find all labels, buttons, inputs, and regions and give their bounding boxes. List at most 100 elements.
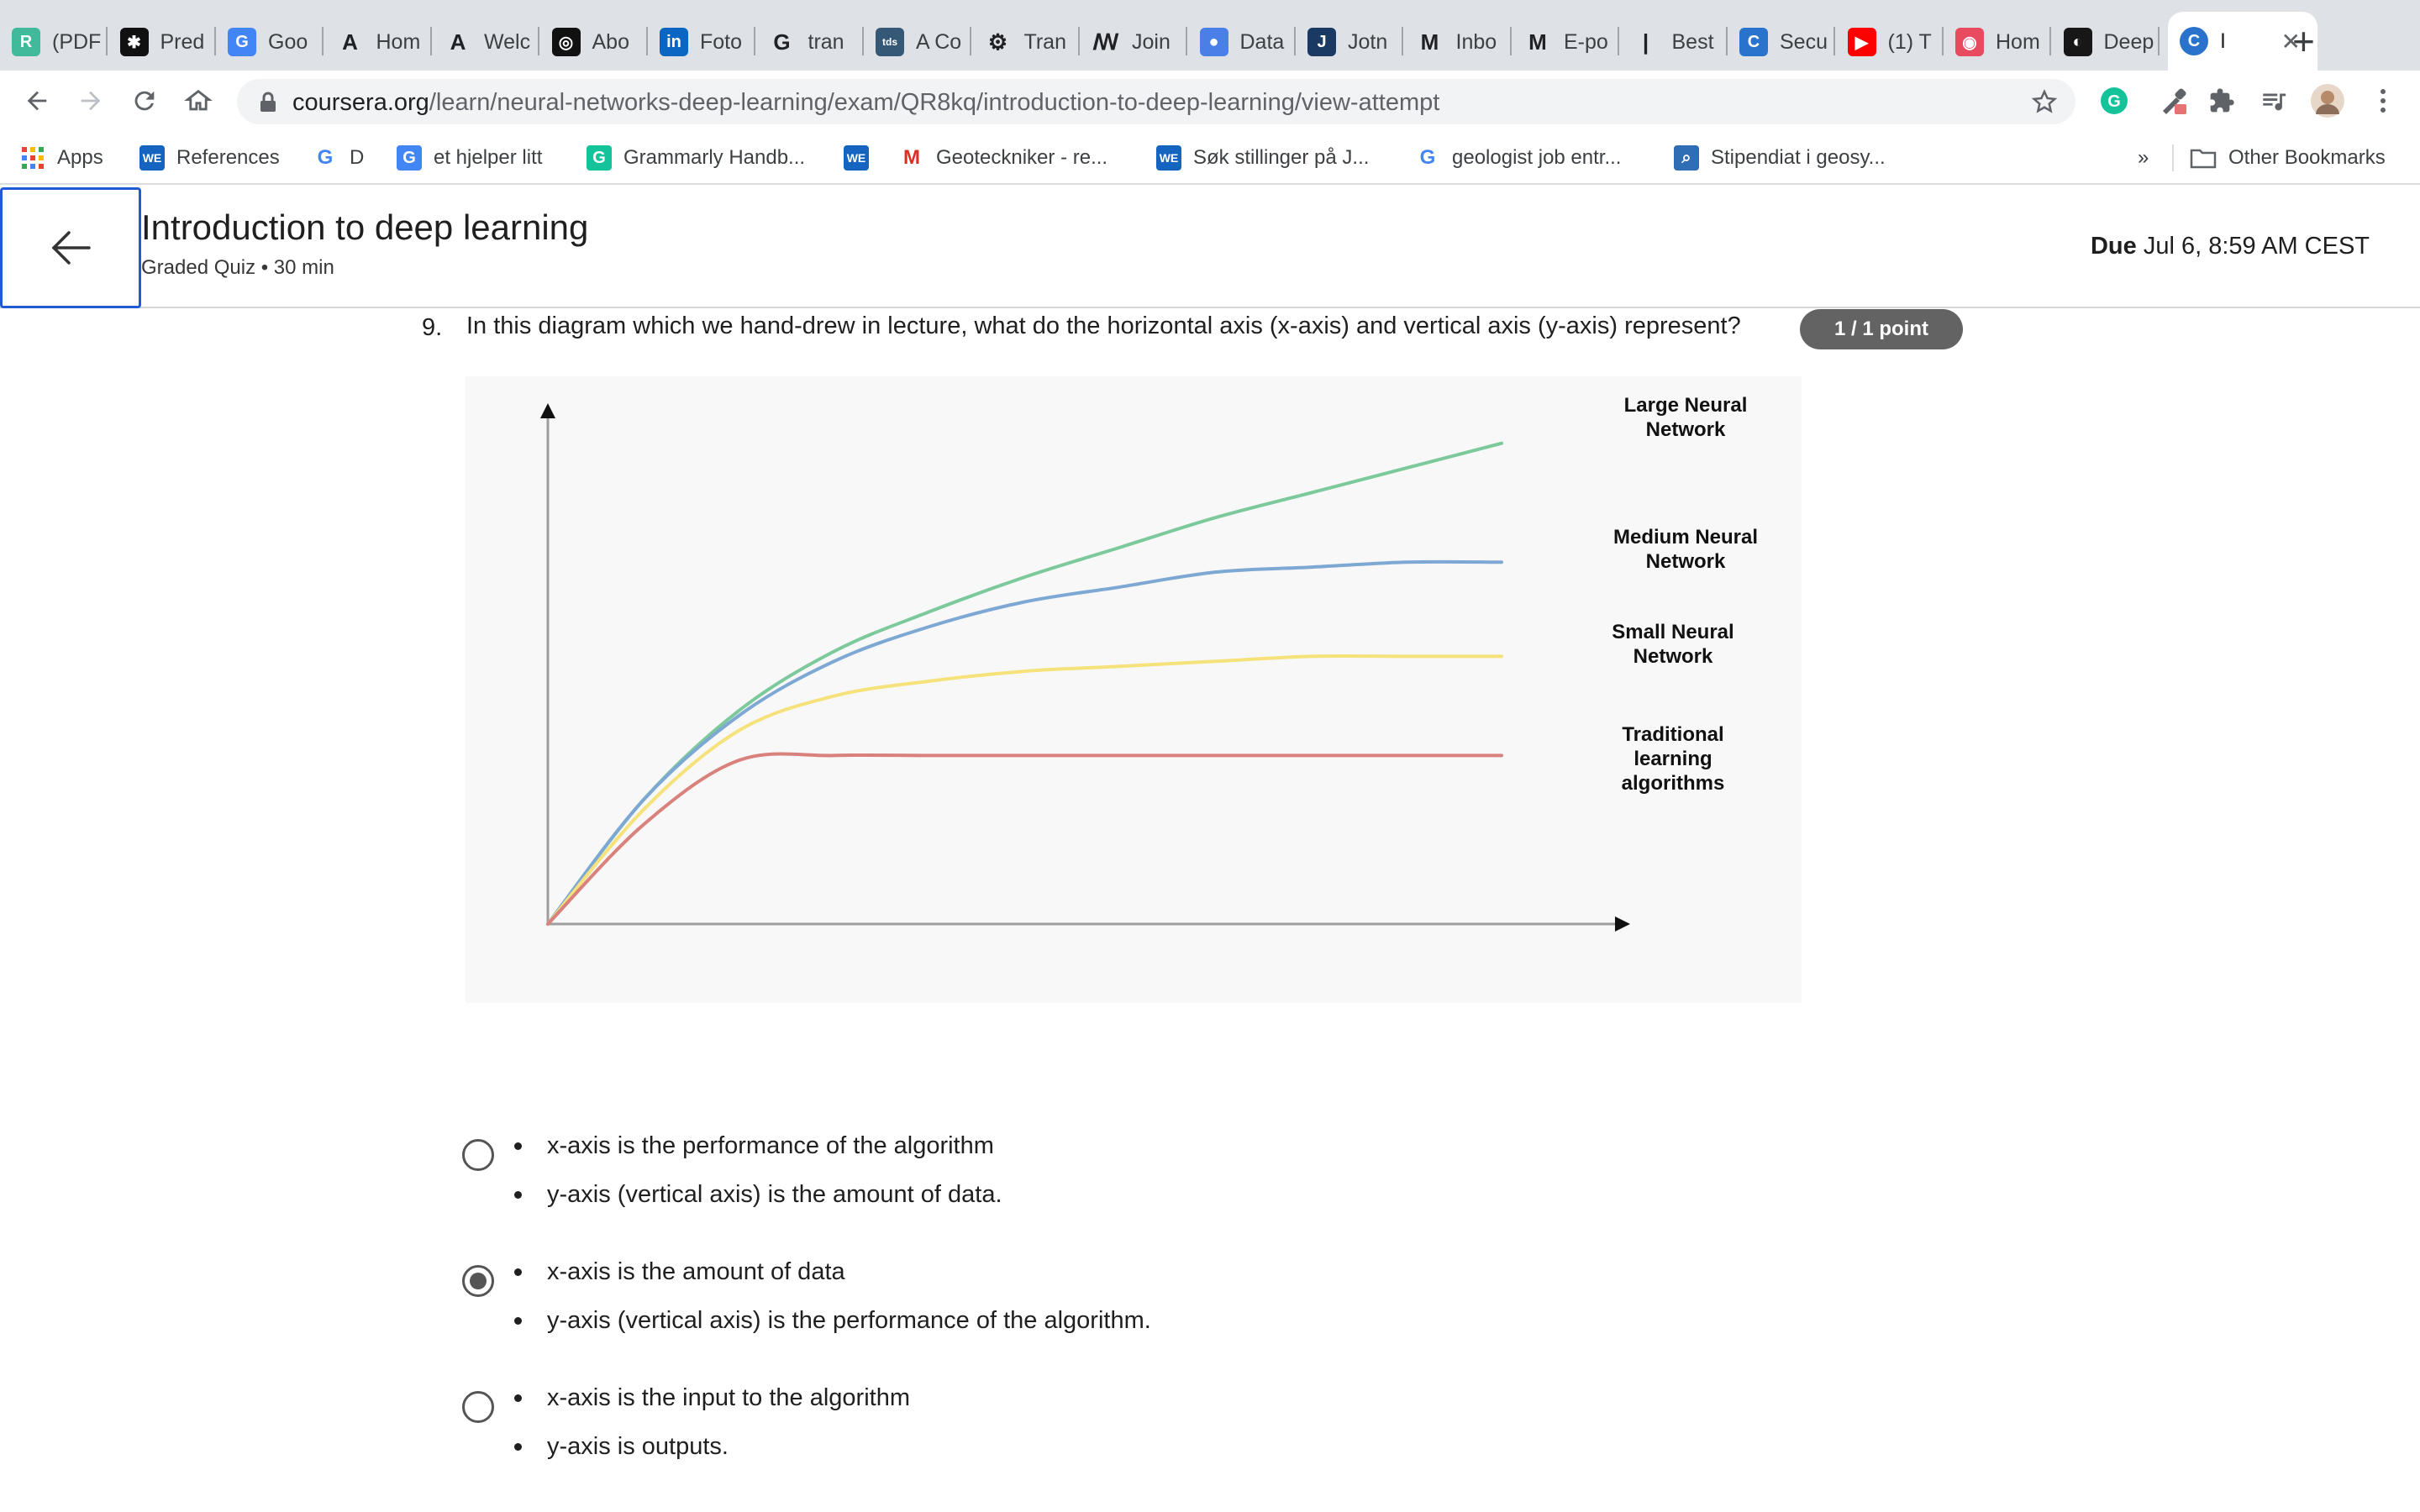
series-label-4: Traditional learning algorithms: [1622, 723, 1725, 795]
tab-label: Join: [1132, 29, 1171, 54]
lock-icon[interactable]: [259, 92, 277, 118]
tab-6[interactable]: ◎ Abo: [540, 17, 648, 67]
tab-17[interactable]: C Secu: [1728, 17, 1835, 67]
tab-label: tran: [808, 29, 844, 54]
series-label-3: Small Neural Network: [1612, 621, 1733, 668]
tab-14[interactable]: M Inbo: [1404, 17, 1512, 67]
tab-2[interactable]: ✱ Pred: [108, 17, 216, 67]
tab-label: A Co: [916, 29, 962, 54]
bookmark-item[interactable]: WE Søk stillinger på J...: [1156, 143, 1369, 173]
option-line: y-axis (vertical axis) is the amount of …: [514, 1181, 1002, 1209]
option-text: y-axis (vertical axis) is the performanc…: [547, 1307, 1151, 1334]
series-label-line: learning: [1634, 748, 1712, 770]
tab-label: E-po: [1564, 29, 1608, 54]
bookmark-item[interactable]: M Geoteckniker - re...: [899, 143, 1107, 173]
linkedin-icon: in: [660, 28, 688, 56]
new-tab-button[interactable]: +: [2292, 20, 2315, 62]
radio-button[interactable]: [462, 1391, 494, 1423]
bookmark-label: Geoteckniker - re...: [936, 146, 1108, 169]
performance-vs-data-chart: Large Neural NetworkMedium Neural Network S…: [540, 394, 1758, 932]
profile-avatar[interactable]: [2311, 84, 2344, 118]
tab-20[interactable]: ◐ Deep: [2052, 17, 2160, 67]
browser-toolbar: coursera.org/learn/neural-networks-deep-…: [0, 71, 2420, 131]
bookmark-star-icon[interactable]: [2031, 89, 2058, 118]
answer-option-1[interactable]: x-axis is the performance of the algorit…: [462, 1132, 1807, 1225]
media-queue-icon[interactable]: [2257, 84, 2291, 118]
tab-5[interactable]: A Welc: [432, 17, 539, 67]
we-icon: WE: [844, 145, 869, 171]
apps-grid-icon: [20, 145, 45, 171]
svg-text:G: G: [2107, 92, 2121, 111]
tab-7[interactable]: in Foto: [648, 17, 755, 67]
other-bookmarks-folder[interactable]: Other Bookmarks: [2190, 143, 2386, 173]
radio-button[interactable]: [462, 1265, 494, 1297]
bookmark-item[interactable]: G Grammarly Handb...: [587, 143, 805, 173]
forward-arrow-icon[interactable]: [72, 82, 109, 119]
bookmark-item[interactable]: Apps: [20, 143, 103, 173]
bookmark-item[interactable]: ⌕ Stipendiat i geosy...: [1674, 143, 1886, 173]
eyedropper-extension-icon[interactable]: [2156, 84, 2190, 118]
extensions-puzzle-icon[interactable]: [2205, 84, 2238, 118]
bookmarks-overflow-button[interactable]: »: [2138, 143, 2149, 173]
bullet-icon: [514, 1268, 522, 1276]
a-icon: A: [342, 29, 358, 55]
y-axis-arrow-icon: [540, 403, 555, 418]
tab-15[interactable]: M E-po: [1512, 17, 1619, 67]
browser-menu-icon[interactable]: [2366, 84, 2400, 118]
tab-19[interactable]: ◉ Hom: [1944, 17, 2051, 67]
youtube-icon: ▶: [1847, 28, 1876, 56]
series-label-line: Large Neural: [1624, 394, 1748, 417]
tab-12[interactable]: ● Data: [1188, 17, 1296, 67]
quiz-title: Introduction to deep learning: [141, 207, 589, 247]
option-line: x-axis is the performance of the algorit…: [514, 1132, 994, 1160]
tab-18[interactable]: ▶ (1) T: [1836, 17, 1944, 67]
question-number: 9.: [422, 314, 443, 341]
back-arrow-icon[interactable]: [18, 82, 55, 119]
series-label-2: Medium Neural Network: [1613, 526, 1758, 573]
github-icon: ◐: [2063, 28, 2092, 56]
tab-3[interactable]: G Goo: [216, 17, 324, 67]
back-button[interactable]: [0, 187, 141, 308]
google-icon: G: [773, 29, 791, 55]
answer-option-2[interactable]: x-axis is the amount of data y-axis (vert…: [462, 1258, 1807, 1351]
tab-1[interactable]: R (PDF: [0, 17, 108, 67]
tab-13[interactable]: J Jotn: [1296, 17, 1403, 67]
tab-16[interactable]: | Best: [1620, 17, 1728, 67]
bookmark-item[interactable]: Ggeologist job entr...: [1415, 143, 1622, 173]
bullet-icon: [514, 1191, 522, 1199]
grammarly-extension-icon[interactable]: G: [2097, 84, 2131, 118]
tab-9[interactable]: tds A Co: [864, 17, 971, 67]
tab-11[interactable]: ꟿ Join: [1080, 17, 1187, 67]
x-axis-arrow-icon: [1615, 916, 1630, 932]
reload-icon[interactable]: [126, 82, 163, 119]
answer-option-3[interactable]: x-axis is the input to the algorithm y-ax…: [462, 1384, 1807, 1477]
bookmark-item[interactable]: WE: [844, 143, 881, 173]
tab-4[interactable]: A Hom: [324, 17, 432, 67]
tab-label: (PDF: [52, 29, 102, 54]
tab-label: Foto: [700, 29, 743, 54]
radio-button[interactable]: [462, 1139, 494, 1171]
bookmark-label: Søk stillinger på J...: [1193, 146, 1370, 169]
tab-10[interactable]: ⚙ Tran: [972, 17, 1080, 67]
option-text: x-axis is the input to the algorithm: [547, 1384, 910, 1411]
url-text[interactable]: coursera.org/learn/neural-networks-deep-…: [292, 89, 1439, 117]
series-line-2: [546, 559, 1503, 926]
bullet-icon: [514, 1394, 522, 1402]
question-text: In this diagram which we hand-drew in le…: [466, 312, 1741, 339]
address-bar[interactable]: coursera.org/learn/neural-networks-deep-…: [237, 79, 2075, 124]
j-icon: J: [1307, 28, 1336, 56]
bookmark-label: geologist job entr...: [1452, 146, 1622, 169]
bookmark-item[interactable]: Get hjelper litt: [397, 143, 542, 173]
tds-icon: tds: [876, 28, 904, 56]
coursera-icon: C: [1739, 28, 1768, 56]
points-badge: 1 / 1 point: [1800, 309, 1963, 349]
series-label-line: Network: [1646, 550, 1726, 573]
option-text: y-axis (vertical axis) is the amount of …: [547, 1181, 1002, 1208]
bullet-icon: [514, 1317, 522, 1325]
home-icon[interactable]: [180, 82, 217, 119]
tab-8[interactable]: Gtran: [756, 17, 864, 67]
bookmark-item[interactable]: WE References: [139, 143, 280, 173]
url-path: /learn/neural-networks-deep-learning/exa…: [429, 89, 1440, 116]
bookmark-item[interactable]: GD: [313, 143, 365, 173]
a-icon: A: [450, 29, 466, 55]
